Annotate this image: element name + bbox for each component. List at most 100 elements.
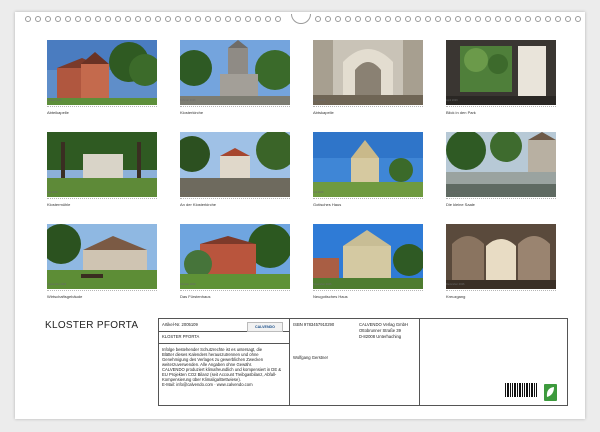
- photo-das-fuerstenhaus: [180, 224, 290, 289]
- binding-ring: [365, 16, 371, 22]
- month-tile: Februar 2026 Klosterkirche: [180, 40, 290, 118]
- author: Wolfgang Gerstner: [293, 355, 329, 360]
- binding-ring: [85, 16, 91, 22]
- binding-ring: [385, 16, 391, 22]
- binding-ring: [515, 16, 521, 22]
- binding-ring: [55, 16, 61, 22]
- binding-ring: [275, 16, 281, 22]
- climate-logo: [544, 384, 557, 401]
- photo-neugotisches-haus: [313, 224, 423, 289]
- publisher-line: Ottobrunner Straße 39: [359, 328, 401, 333]
- photo-abteikapelle: [47, 40, 157, 105]
- barcode: [504, 383, 538, 401]
- info-calendar-title: KLOSTER PFORTA: [162, 334, 200, 339]
- binding-ring: [345, 16, 351, 22]
- photo-gotisches-haus: [313, 132, 423, 197]
- photo-kreuzgang: [446, 224, 556, 289]
- photo-an-der-klosterkirche: [180, 132, 290, 197]
- caption: Klosterkirche: [180, 110, 204, 115]
- month-label: August 2026: [446, 191, 461, 194]
- month-tile: November 2026 Neugotisches Haus: [313, 224, 423, 302]
- binding-ring: [165, 16, 171, 22]
- binding-ring: [435, 16, 441, 22]
- binding-ring: [545, 16, 551, 22]
- binding-ring: [315, 16, 321, 22]
- month-label: März 2026: [313, 99, 326, 102]
- month-label: Mai 2026: [47, 191, 58, 194]
- binding-ring: [455, 16, 461, 22]
- month-tile: April 2026 Blick in den Park: [446, 40, 556, 118]
- binding-ring: [105, 16, 111, 22]
- month-tile: September 2026 Wirtschaftsgebäude: [47, 224, 157, 302]
- binding-ring: [555, 16, 561, 22]
- caption: Gotisches Haus: [313, 202, 342, 207]
- binding-ring: [405, 16, 411, 22]
- calendar-sheet: Januar 2026 Abteikapelle Februar 2026 Kl…: [15, 12, 585, 419]
- photo-klostermuehle: [47, 132, 157, 197]
- binding-ring: [65, 16, 71, 22]
- month-tile: Juni 2026 An der Klosterkirche: [180, 132, 290, 210]
- month-label: Juli 2026: [313, 191, 324, 194]
- caption: Neugotisches Haus: [313, 294, 348, 299]
- binding-ring: [335, 16, 341, 22]
- binding-ring: [425, 16, 431, 22]
- binding-ring: [175, 16, 181, 22]
- month-tile: Juli 2026 Gotisches Haus: [313, 132, 423, 210]
- caption: Abtskapelle: [313, 110, 334, 115]
- publisher-line: D-82008 Unterhaching: [359, 334, 402, 339]
- binding-ring: [415, 16, 421, 22]
- binding-ring: [195, 16, 201, 22]
- caption: Wirtschaftsgebäude: [47, 294, 83, 299]
- binding-ring: [505, 16, 511, 22]
- month-label: November 2026: [313, 283, 332, 286]
- binding-ring: [255, 16, 261, 22]
- binding-ring: [535, 16, 541, 22]
- binding-ring: [235, 16, 241, 22]
- month-tile: August 2026 Die kleine Saale: [446, 132, 556, 210]
- binding-ring: [475, 16, 481, 22]
- binding-ring: [565, 16, 571, 22]
- calendar-title: KLOSTER PFORTA: [45, 320, 139, 331]
- month-label: Juni 2026: [180, 191, 192, 194]
- photo-die-kleine-saale: [446, 132, 556, 197]
- photo-blick-in-den-park: [446, 40, 556, 105]
- binding-ring: [185, 16, 191, 22]
- binding-ring: [75, 16, 81, 22]
- caption: Abteikapelle: [47, 110, 69, 115]
- month-tile: März 2026 Abtskapelle: [313, 40, 423, 118]
- isbn: ISBN 9783457910290: [293, 322, 335, 327]
- binding-ring: [395, 16, 401, 22]
- binding-ring: [35, 16, 41, 22]
- binding-ring: [495, 16, 501, 22]
- info-box: Artikel-Nr. 2005109 CALVENDO KLOSTER PFO…: [158, 318, 568, 406]
- publisher-line: CALVENDO Verlag GmbH: [359, 322, 409, 327]
- month-label: Dezember 2026: [446, 283, 465, 286]
- spiral-binding: [15, 14, 585, 24]
- binding-ring: [575, 16, 581, 22]
- caption: Die kleine Saale: [446, 202, 475, 207]
- binding-ring: [525, 16, 531, 22]
- binding-ring: [265, 16, 271, 22]
- binding-ring: [215, 16, 221, 22]
- binding-ring: [95, 16, 101, 22]
- month-label: Januar 2026: [47, 99, 62, 102]
- binding-ring: [135, 16, 141, 22]
- binding-ring: [115, 16, 121, 22]
- binding-ring: [225, 16, 231, 22]
- binding-ring: [355, 16, 361, 22]
- binding-ring: [155, 16, 161, 22]
- photo-wirtschaftsgebaeude: [47, 224, 157, 289]
- binding-ring: [325, 16, 331, 22]
- photo-abtskapelle: [313, 40, 423, 105]
- binding-ring: [465, 16, 471, 22]
- caption: Kreuzgang: [446, 294, 466, 299]
- month-label: September 2026: [47, 283, 67, 286]
- article-number: Artikel-Nr. 2005109: [162, 322, 198, 327]
- caption: Das Fürstenhaus: [180, 294, 211, 299]
- caption: An der Klosterkirche: [180, 202, 217, 207]
- binding-ring: [445, 16, 451, 22]
- binding-ring: [485, 16, 491, 22]
- month-tile: Oktober 2026 Das Fürstenhaus: [180, 224, 290, 302]
- month-tile: Januar 2026 Abteikapelle: [47, 40, 157, 118]
- caption: Blick in den Park: [446, 110, 476, 115]
